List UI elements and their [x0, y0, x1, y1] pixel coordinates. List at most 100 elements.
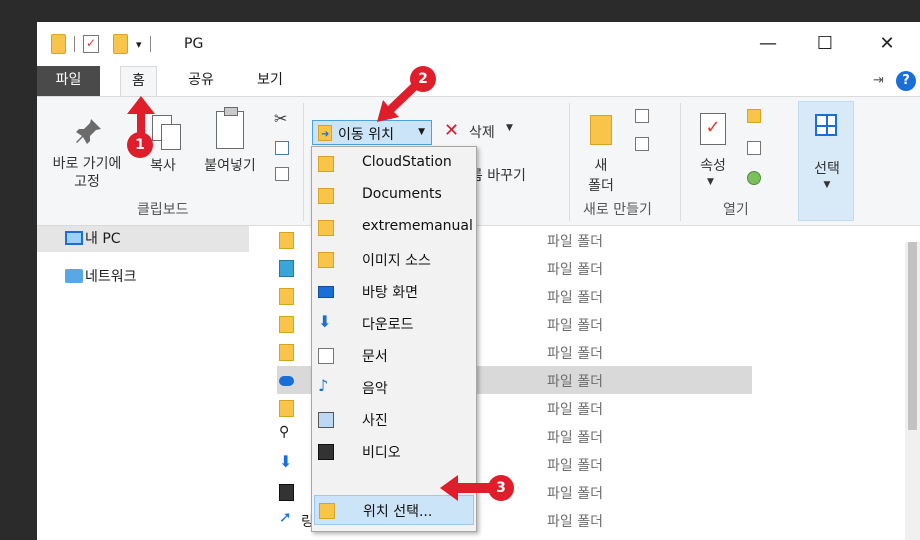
- menu-item-cloudstation[interactable]: CloudStation: [314, 149, 474, 179]
- tab-share[interactable]: 공유: [181, 66, 221, 96]
- music-note-icon: ♪: [318, 376, 329, 395]
- paste-icon[interactable]: [216, 107, 244, 149]
- desktop-icon: [318, 286, 334, 298]
- cloud-folder-icon: [318, 156, 334, 172]
- folder-icon: [279, 400, 294, 417]
- new-group-label: 새로 만들기: [583, 202, 652, 218]
- paste-label[interactable]: 붙여넣기: [197, 155, 263, 175]
- new-folder-label-line1[interactable]: 새: [587, 155, 615, 175]
- close-button[interactable]: ✕: [867, 30, 907, 58]
- copy-label[interactable]: 복사: [143, 155, 183, 175]
- properties-icon[interactable]: ✓: [700, 113, 726, 145]
- menu-item-image-source[interactable]: 이미지 소스: [314, 245, 474, 275]
- pin-quick-access-label[interactable]: 바로 가기에 고정: [37, 155, 137, 191]
- separator: [149, 36, 151, 52]
- folder-icon: [279, 232, 294, 249]
- edit-icon[interactable]: [747, 141, 761, 155]
- pin-icon[interactable]: [75, 117, 103, 147]
- folder-icon: [319, 503, 335, 519]
- title-bar: ✓ ▾ PG — ☐ ✕: [37, 22, 920, 66]
- select-label: 선택: [814, 161, 840, 177]
- group-separator: [680, 103, 681, 221]
- dropdown-arrow-icon[interactable]: ▾: [136, 38, 142, 51]
- chevron-down-icon[interactable]: ▼: [506, 123, 513, 133]
- paste-shortcut-icon[interactable]: [275, 167, 289, 181]
- history-icon[interactable]: [747, 171, 761, 185]
- download-arrow-icon: ⬇: [318, 312, 332, 331]
- folder-icon: [279, 316, 294, 333]
- properties-check-icon[interactable]: ✓: [83, 35, 99, 53]
- delete-icon[interactable]: ✕: [444, 120, 459, 141]
- nav-item-network[interactable]: 네트워크: [37, 264, 249, 290]
- select-button[interactable]: 선택 ▼: [798, 101, 854, 221]
- film-icon: [279, 484, 294, 501]
- annotation-badge-2: 2: [410, 66, 436, 92]
- annotation-badge-3: 3: [488, 475, 514, 501]
- menu-item-documents[interactable]: Documents: [314, 181, 474, 211]
- nav-item-label: 내 PC: [85, 231, 121, 247]
- tab-home[interactable]: 홈: [120, 66, 157, 97]
- search-icon: ⚲: [279, 424, 290, 440]
- easy-access-icon[interactable]: [635, 137, 649, 151]
- quick-access-toolbar: ✓ ▾: [51, 34, 159, 54]
- open-group-label: 열기: [723, 202, 749, 218]
- help-icon[interactable]: ?: [896, 71, 916, 91]
- computer-icon: [65, 231, 83, 245]
- folder-icon: [279, 344, 294, 361]
- folder-icon: [318, 220, 334, 236]
- tab-view[interactable]: 보기: [250, 66, 290, 96]
- group-separator: [569, 103, 570, 221]
- folder-icon: [279, 288, 294, 305]
- menu-item-videos[interactable]: 비디오: [314, 437, 474, 467]
- menu-item-extrememanual[interactable]: extrememanual: [314, 213, 474, 243]
- network-icon: [65, 269, 83, 283]
- folder-icon: [318, 252, 334, 268]
- chevron-down-icon: ▼: [418, 127, 425, 137]
- separator: [74, 36, 75, 52]
- 3d-objects-icon: [279, 260, 294, 277]
- nav-item-this-pc[interactable]: 내 PC: [37, 226, 249, 252]
- nav-item-label: 네트워크: [85, 269, 137, 285]
- ribbon-tabs: 파일 홈 공유 보기 ⇥ ?: [37, 66, 920, 97]
- move-arrow-icon: ➜: [321, 129, 330, 140]
- ribbon: 바로 가기에 고정 복사 붙여넣기 ✂ 클립보드 ➜ 이동 위치 ▼ ✕ 삭제 …: [37, 96, 920, 226]
- new-item-icon[interactable]: [635, 109, 649, 123]
- new-folder-icon[interactable]: [590, 115, 612, 145]
- download-arrow-icon: ⬇: [279, 452, 293, 471]
- annotation-badge-1: 1: [127, 132, 153, 158]
- file-explorer-window: ✓ ▾ PG — ☐ ✕ 파일 홈 공유 보기 ⇥ ? 바로 가기에 고정 복사…: [37, 22, 920, 540]
- menu-item-documents-kr[interactable]: 문서: [314, 341, 474, 371]
- grid-select-icon: [815, 114, 837, 136]
- new-folder-label-line2[interactable]: 폴더: [582, 175, 620, 195]
- clipboard-group-label: 클립보드: [137, 202, 189, 218]
- chevron-down-icon: ▼: [823, 180, 831, 190]
- minimize-button[interactable]: —: [748, 30, 788, 58]
- open-icon[interactable]: [747, 109, 761, 123]
- group-separator: [303, 103, 304, 221]
- chevron-down-icon[interactable]: ▼: [707, 177, 714, 187]
- copy-path-icon[interactable]: [275, 141, 289, 155]
- pin-ribbon-icon[interactable]: ⇥: [873, 73, 884, 88]
- picture-icon: [318, 412, 334, 428]
- scrollbar-thumb[interactable]: [908, 242, 917, 430]
- film-icon: [318, 444, 334, 460]
- menu-item-desktop[interactable]: 바탕 화면: [314, 277, 474, 307]
- delete-label[interactable]: 삭제: [469, 122, 495, 142]
- new-folder-icon[interactable]: [113, 34, 128, 54]
- vertical-scrollbar[interactable]: [905, 242, 920, 540]
- annotation-arrow-3: [440, 475, 490, 501]
- menu-item-pictures[interactable]: 사진: [314, 405, 474, 435]
- properties-label[interactable]: 속성: [693, 155, 733, 175]
- cut-icon[interactable]: ✂: [274, 109, 287, 128]
- maximize-button[interactable]: ☐: [805, 30, 845, 58]
- navigation-pane: 내 PC 네트워크: [37, 226, 277, 540]
- document-icon: [318, 348, 334, 364]
- menu-item-downloads[interactable]: ⬇ 다운로드: [314, 309, 474, 339]
- menu-item-music[interactable]: ♪ 음악: [314, 373, 474, 403]
- window-title: PG: [184, 36, 204, 52]
- onedrive-icon: [279, 376, 294, 386]
- tab-file[interactable]: 파일: [37, 66, 100, 96]
- folder-icon: [318, 188, 334, 204]
- link-arrow-icon: ➚: [279, 508, 292, 526]
- folder-icon[interactable]: [51, 34, 66, 54]
